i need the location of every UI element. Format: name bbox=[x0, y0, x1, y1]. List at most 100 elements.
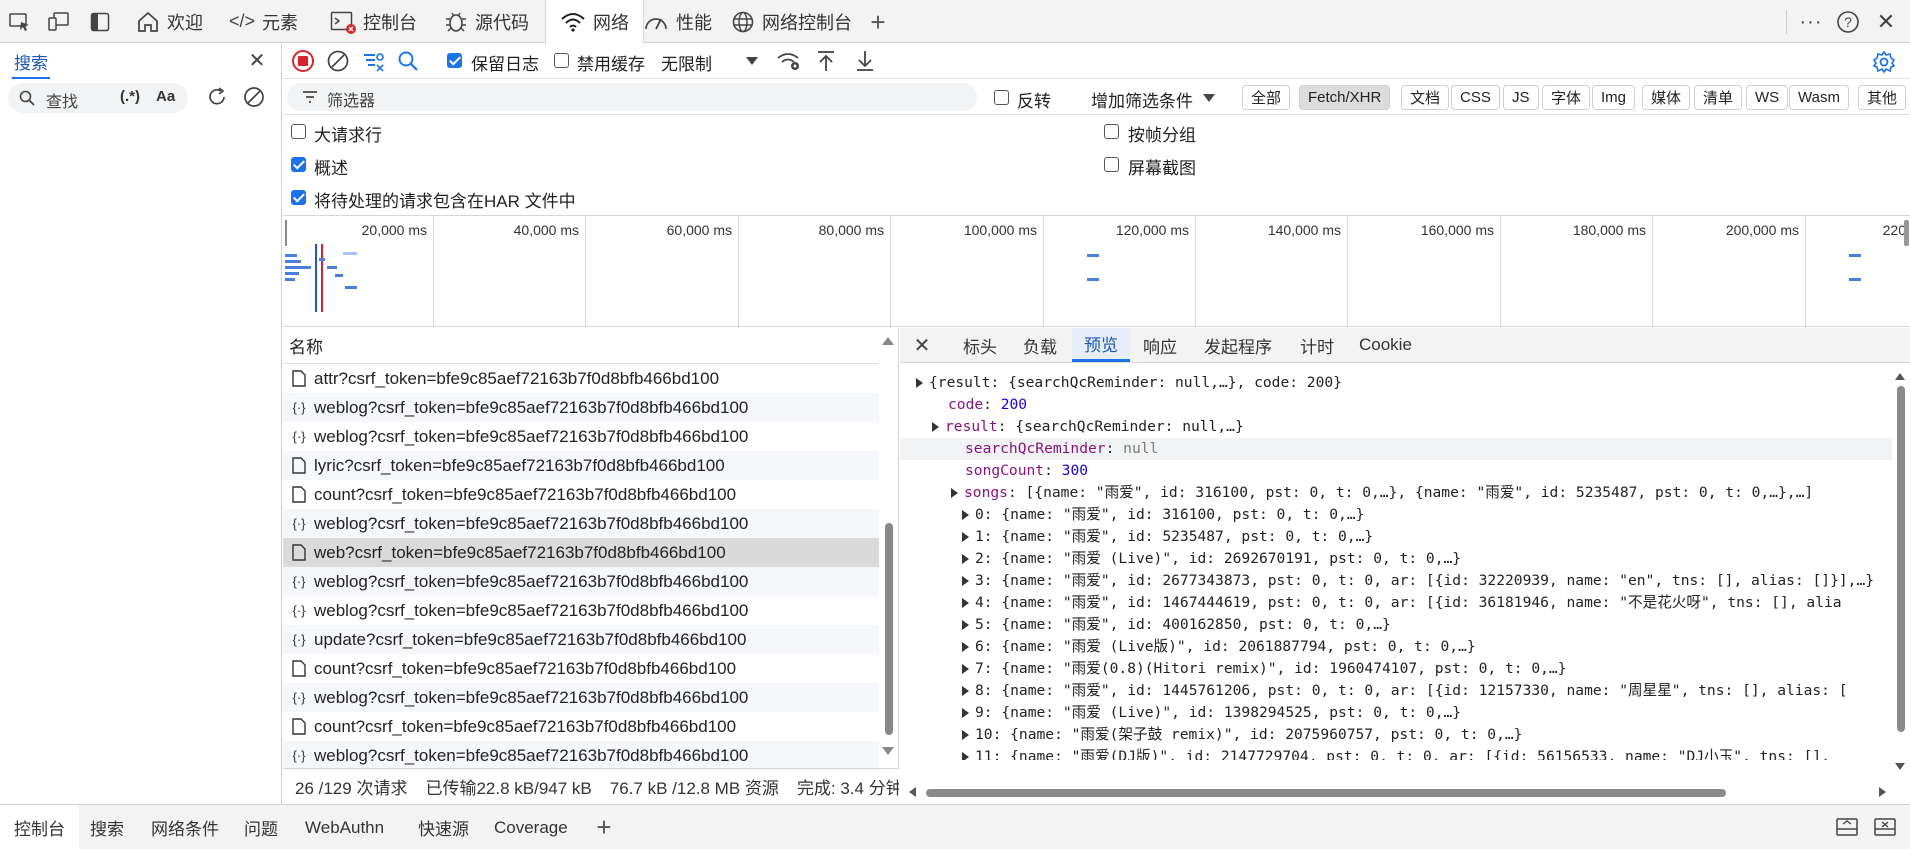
filter-type-media[interactable]: 媒体 bbox=[1642, 85, 1691, 110]
chevron-down-icon[interactable] bbox=[1201, 91, 1217, 105]
tab-preview[interactable]: 预览 bbox=[1072, 328, 1130, 362]
request-row[interactable]: {·} weblog?csrf_token=bfe9c85aef72163b7f0… bbox=[283, 683, 879, 712]
request-row[interactable]: {·} weblog?csrf_token=bfe9c85aef72163b7f0… bbox=[283, 422, 879, 451]
filter-type-css[interactable]: CSS bbox=[1451, 85, 1500, 110]
filter-type-fetch-xhr[interactable]: Fetch/XHR bbox=[1299, 85, 1391, 110]
screenshots-checkbox[interactable] bbox=[1104, 157, 1119, 172]
request-row[interactable]: count?csrf_token=bfe9c85aef72163b7f0d8bf… bbox=[283, 480, 879, 509]
json-song-item[interactable]: 3: {name: "雨爱", id: 2677343873, pst: 0, … bbox=[962, 570, 1874, 592]
filter-type-doc[interactable]: 文档 bbox=[1401, 85, 1450, 110]
expand-triangle-icon[interactable] bbox=[962, 686, 969, 696]
request-row[interactable]: attr?csrf_token=bfe9c85aef72163b7f0d8bfb… bbox=[283, 364, 879, 393]
export-har-icon[interactable] bbox=[853, 49, 877, 73]
device-toolbar-icon[interactable] bbox=[47, 10, 71, 34]
json-song-item[interactable]: 6: {name: "雨爱 (Live版)", id: 2061887794, … bbox=[962, 636, 1476, 658]
json-root-line[interactable]: {result: {searchQcReminder: null,…}, cod… bbox=[916, 372, 1342, 394]
json-line-songs[interactable]: songs: [{name: "雨爱", id: 316100, pst: 0,… bbox=[951, 482, 1813, 504]
overview-timeline[interactable]: 20,000 ms 40,000 ms 60,000 ms 80,000 ms … bbox=[283, 215, 1910, 328]
har-pending-checkbox[interactable] bbox=[291, 190, 306, 205]
tab-elements[interactable]: </> 元素 bbox=[229, 0, 298, 43]
request-row[interactable]: {·} weblog?csrf_token=bfe9c85aef72163b7f0… bbox=[283, 567, 879, 596]
scroll-down-arrow[interactable] bbox=[881, 746, 897, 756]
add-tab-icon[interactable]: + bbox=[866, 7, 890, 37]
filter-type-other[interactable]: 其他 bbox=[1858, 85, 1907, 110]
chevron-down-icon[interactable] bbox=[744, 53, 760, 69]
tab-network-console[interactable]: 网络控制台 bbox=[731, 0, 852, 43]
close-search-icon[interactable]: ✕ bbox=[246, 49, 268, 72]
expand-triangle-icon[interactable] bbox=[932, 422, 939, 432]
preserve-log-checkbox[interactable] bbox=[447, 53, 462, 68]
network-settings-gear-icon[interactable] bbox=[1871, 49, 1897, 75]
tab-sources[interactable]: 源代码 bbox=[444, 0, 529, 43]
tab-performance[interactable]: 性能 bbox=[643, 0, 712, 43]
expand-triangle-icon[interactable] bbox=[962, 642, 969, 652]
expand-triangle-icon[interactable] bbox=[962, 510, 969, 520]
request-row[interactable]: count?csrf_token=bfe9c85aef72163b7f0d8bf… bbox=[283, 712, 879, 741]
scroll-right-arrow[interactable] bbox=[1878, 786, 1888, 800]
expand-triangle-icon[interactable] bbox=[962, 598, 969, 608]
request-row[interactable]: lyric?csrf_token=bfe9c85aef72163b7f0d8bf… bbox=[283, 451, 879, 480]
preview-vertical-scrollbar[interactable] bbox=[1897, 386, 1905, 732]
filter-type-js[interactable]: JS bbox=[1503, 85, 1539, 110]
expand-triangle-icon[interactable] bbox=[962, 532, 969, 542]
expand-triangle-icon[interactable] bbox=[962, 554, 969, 564]
request-row[interactable]: {·} update?csrf_token=bfe9c85aef72163b7f0… bbox=[283, 625, 879, 654]
toggle-sidebar-icon[interactable] bbox=[88, 10, 112, 34]
drawer-tab-console[interactable]: 控制台 bbox=[0, 805, 79, 850]
more-options-icon[interactable]: ··· bbox=[1797, 8, 1825, 36]
filter-input[interactable]: 筛选器 bbox=[327, 87, 375, 111]
expand-triangle-icon[interactable] bbox=[962, 730, 969, 740]
request-row[interactable]: web?csrf_token=bfe9c85aef72163b7f0d8bfb4… bbox=[283, 538, 879, 567]
request-row[interactable]: {·} weblog?csrf_token=bfe9c85aef72163b7f0… bbox=[283, 509, 879, 538]
refresh-icon[interactable] bbox=[205, 85, 229, 109]
search-input-box[interactable]: 查找 (.*) Aa bbox=[8, 83, 188, 113]
close-detail-icon[interactable]: ✕ bbox=[912, 335, 932, 357]
tab-headers[interactable]: 标头 bbox=[963, 328, 997, 362]
drawer-tab-webauthn[interactable]: WebAuthn bbox=[305, 805, 384, 850]
throttle-select[interactable]: 无限制 bbox=[661, 50, 712, 75]
json-song-item[interactable]: 11: {name: "雨爱(DJ版)", id: 2147729704, ps… bbox=[962, 746, 1830, 760]
json-song-item[interactable]: 2: {name: "雨爱 (Live)", id: 2692670191, p… bbox=[962, 548, 1461, 570]
filter-input-box[interactable]: 筛选器 bbox=[287, 83, 977, 111]
tab-initiator[interactable]: 发起程序 bbox=[1204, 328, 1272, 362]
filter-type-font[interactable]: 字体 bbox=[1542, 85, 1591, 110]
search-network-icon[interactable] bbox=[395, 48, 421, 74]
expand-triangle-icon[interactable] bbox=[962, 620, 969, 630]
invert-checkbox[interactable] bbox=[994, 90, 1009, 105]
tab-timing[interactable]: 计时 bbox=[1300, 328, 1334, 362]
column-header-name[interactable]: 名称 bbox=[289, 333, 323, 358]
expand-triangle-icon[interactable] bbox=[962, 708, 969, 718]
regex-toggle[interactable]: (.*) bbox=[120, 88, 140, 105]
scroll-up-arrow[interactable] bbox=[1894, 372, 1908, 382]
timeline-range-handle[interactable] bbox=[285, 220, 287, 246]
request-row[interactable]: {·} weblog?csrf_token=bfe9c85aef72163b7f0… bbox=[283, 596, 879, 625]
filter-type-ws[interactable]: WS bbox=[1746, 85, 1789, 110]
overview-checkbox[interactable] bbox=[291, 157, 306, 172]
json-song-item[interactable]: 0: {name: "雨爱", id: 316100, pst: 0, t: 0… bbox=[962, 504, 1364, 526]
expand-triangle-icon[interactable] bbox=[951, 488, 958, 498]
request-row[interactable]: {·} weblog?csrf_token=bfe9c85aef72163b7f0… bbox=[283, 741, 879, 770]
drawer-tab-issues[interactable]: 问题 bbox=[244, 805, 278, 850]
expand-triangle-icon[interactable] bbox=[962, 664, 969, 674]
expand-triangle-icon[interactable] bbox=[962, 752, 969, 760]
drawer-tab-coverage[interactable]: Coverage bbox=[494, 805, 568, 850]
drawer-tab-search[interactable]: 搜索 bbox=[90, 805, 124, 850]
close-drawer-icon[interactable] bbox=[1872, 815, 1898, 839]
timeline-scrollbar[interactable] bbox=[1904, 220, 1909, 246]
json-song-item[interactable]: 7: {name: "雨爱(0.8)(Hitori remix)", id: 1… bbox=[962, 658, 1567, 680]
json-song-item[interactable]: 10: {name: "雨爱(架子鼓 remix)", id: 20759607… bbox=[962, 724, 1522, 746]
filter-type-img[interactable]: Img bbox=[1592, 85, 1636, 110]
json-song-item[interactable]: 4: {name: "雨爱", id: 1467444619, pst: 0, … bbox=[962, 592, 1842, 614]
request-row[interactable]: {·} weblog?csrf_token=bfe9c85aef72163b7f0… bbox=[283, 393, 879, 422]
drawer-tab-network-conditions[interactable]: 网络条件 bbox=[151, 805, 219, 850]
add-drawer-tab-icon[interactable]: + bbox=[592, 812, 616, 842]
dock-drawer-icon[interactable] bbox=[1834, 815, 1860, 839]
request-list-scrollbar[interactable] bbox=[885, 523, 893, 735]
help-icon[interactable]: ? bbox=[1834, 8, 1862, 36]
json-song-item[interactable]: 8: {name: "雨爱", id: 1445761206, pst: 0, … bbox=[962, 680, 1848, 702]
close-devtools-icon[interactable]: ✕ bbox=[1872, 8, 1900, 36]
big-rows-checkbox[interactable] bbox=[291, 124, 306, 139]
tab-response[interactable]: 响应 bbox=[1143, 328, 1177, 362]
json-line-result[interactable]: result: {searchQcReminder: null,…} bbox=[932, 416, 1244, 438]
preview-horizontal-scrollbar[interactable] bbox=[926, 789, 1726, 797]
